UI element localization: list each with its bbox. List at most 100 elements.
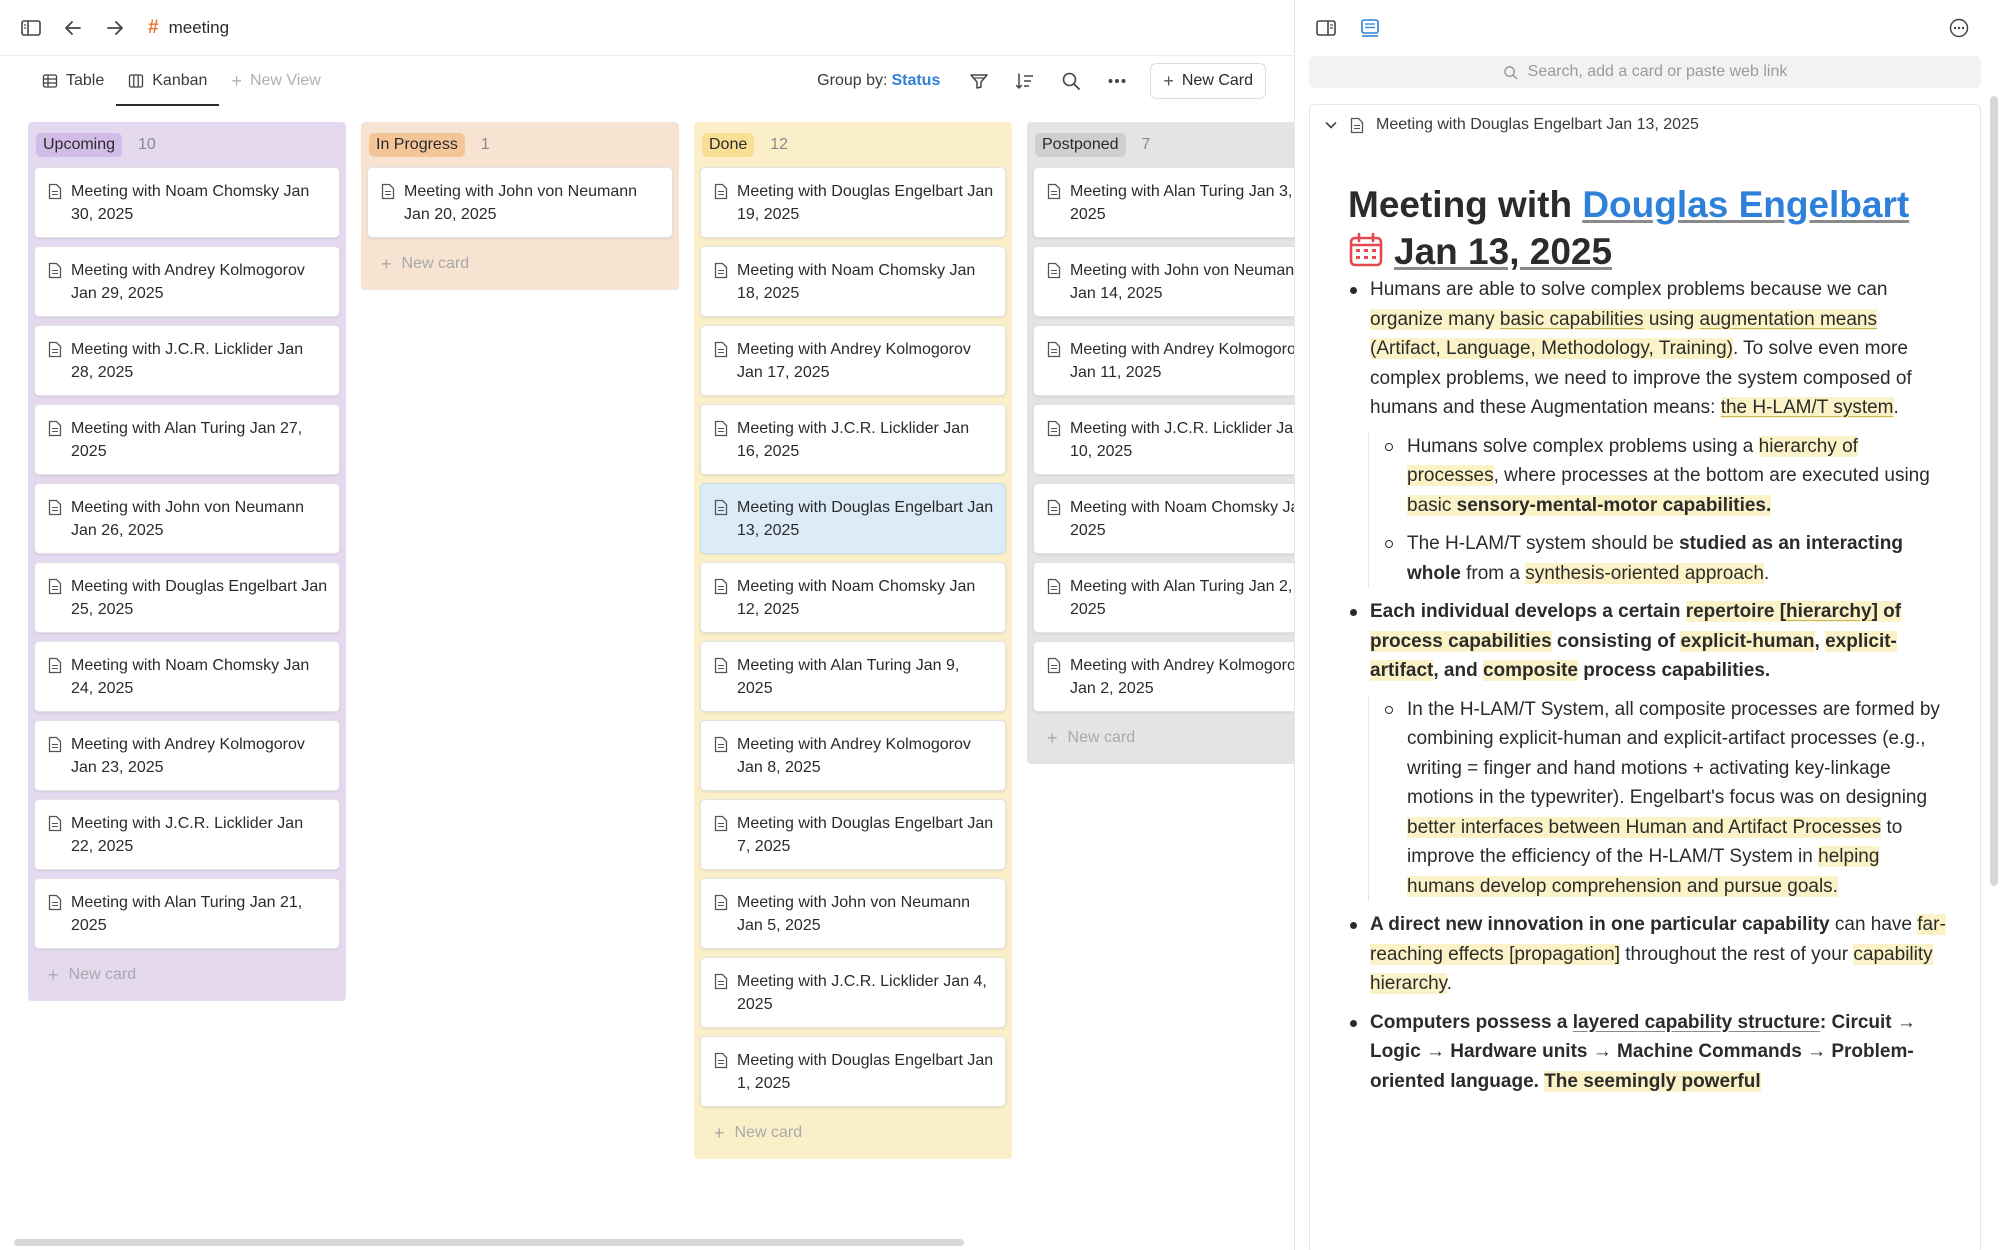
kanban-card[interactable]: Meeting with J.C.R. Licklider Jan 4, 202… [700, 957, 1006, 1028]
card-title: Meeting with Alan Turing Jan 9, 2025 [737, 657, 960, 697]
kanban-card[interactable]: Meeting with John von Neumann Jan 20, 20… [367, 167, 673, 238]
new-view-button[interactable]: + New View [219, 56, 332, 106]
view-tools: Group by: Status + New Card [817, 56, 1266, 106]
search-input[interactable]: Search, add a card or paste web link [1309, 56, 1981, 88]
kanban-card[interactable]: Meeting with J.C.R. Licklider Jan 16, 20… [700, 404, 1006, 475]
document-body[interactable]: Humans are able to solve complex problem… [1348, 275, 1948, 1105]
kanban-card[interactable]: Meeting with Noam Chomsky Jan 6, 2025 [1033, 483, 1294, 554]
kanban-card[interactable]: Meeting with J.C.R. Licklider Jan 22, 20… [34, 799, 340, 870]
title-date-link[interactable]: Jan 13, 2025 [1394, 231, 1612, 272]
table-icon [42, 74, 58, 88]
kanban-card[interactable]: Meeting with Douglas Engelbart Jan 13, 2… [700, 483, 1006, 554]
kanban-card[interactable]: Meeting with Andrey Kolmogorov Jan 29, 2… [34, 246, 340, 317]
sidebar-toggle-button[interactable] [14, 11, 48, 45]
document-icon [1047, 578, 1061, 595]
tab-table[interactable]: Table [30, 56, 116, 106]
split-view-button[interactable] [1309, 11, 1343, 45]
vertical-scrollbar[interactable] [1990, 96, 1998, 886]
kanban-card[interactable]: Meeting with J.C.R. Licklider Jan 28, 20… [34, 325, 340, 396]
column-header[interactable]: Done 12 [700, 130, 1006, 160]
kanban-card[interactable]: Meeting with Andrey Kolmogorov Jan 11, 2… [1033, 325, 1294, 396]
group-by-value: Status [891, 72, 941, 89]
add-card-button[interactable]: + New card [367, 246, 673, 282]
card-title: Meeting with Douglas Engelbart Jan 13, 2… [737, 499, 994, 539]
status-badge: In Progress [369, 133, 465, 157]
document-icon [48, 262, 62, 279]
sort-button[interactable] [1012, 68, 1038, 94]
bold-text: process capabilities. [1578, 660, 1771, 681]
kanban-card[interactable]: Meeting with Andrey Kolmogorov Jan 8, 20… [700, 720, 1006, 791]
kanban-card[interactable]: Meeting with Douglas Engelbart Jan 25, 2… [34, 562, 340, 633]
kanban-card[interactable]: Meeting with Alan Turing Jan 9, 2025 [700, 641, 1006, 712]
kanban-card[interactable]: Meeting with Andrey Kolmogorov Jan 23, 2… [34, 720, 340, 791]
kanban-card[interactable]: Meeting with Alan Turing Jan 27, 2025 [34, 404, 340, 475]
card-view-button[interactable] [1353, 11, 1387, 45]
bold-highlight-text: explicit-human [1680, 630, 1815, 652]
card-count: 1 [480, 136, 490, 153]
add-card-button[interactable]: + New card [34, 957, 340, 993]
kanban-card[interactable]: Meeting with Noam Chomsky Jan 30, 2025 [34, 167, 340, 238]
kanban-card[interactable]: Meeting with J.C.R. Licklider Jan 10, 20… [1033, 404, 1294, 475]
bold-text: consisting of [1551, 630, 1681, 652]
highlight-text: organize many [1370, 308, 1500, 330]
column-header[interactable]: Postponed 7 [1033, 130, 1294, 160]
more-options-button[interactable] [1104, 68, 1130, 94]
kanban-card[interactable]: Meeting with Noam Chomsky Jan 18, 2025 [700, 246, 1006, 317]
document-icon [1047, 657, 1061, 674]
card-title: Meeting with J.C.R. Licklider Jan 28, 20… [71, 341, 304, 381]
column-header[interactable]: Upcoming 10 [34, 130, 340, 160]
back-button[interactable] [56, 11, 90, 45]
card-title: Meeting with Noam Chomsky Jan 12, 2025 [737, 578, 976, 618]
kanban-card[interactable]: Meeting with Andrey Kolmogorov Jan 17, 2… [700, 325, 1006, 396]
group-by-selector[interactable]: Group by: Status [817, 72, 940, 90]
link-text[interactable]: layered capability structure [1573, 1012, 1820, 1033]
kanban-card[interactable]: Meeting with Alan Turing Jan 3, 2025 [1033, 167, 1294, 238]
kanban-card[interactable]: Meeting with John von Neumann Jan 5, 202… [700, 878, 1006, 949]
new-card-button[interactable]: + New Card [1150, 63, 1266, 99]
kanban-card[interactable]: Meeting with Douglas Engelbart Jan 7, 20… [700, 799, 1006, 870]
forward-button[interactable] [98, 11, 132, 45]
horizontal-scrollbar[interactable] [14, 1239, 964, 1246]
group-by-label: Group by: [817, 72, 888, 89]
card-title: Meeting with John von Neumann Jan 5, 202… [737, 894, 971, 934]
title-person-link[interactable]: Douglas Engelbart [1582, 184, 1909, 225]
document-icon [714, 183, 728, 200]
document-title[interactable]: Meeting with Douglas Engelbart Jan 13, 2… [1348, 181, 1968, 275]
add-card-label: New card [401, 255, 470, 272]
card-detail-pane: Search, add a card or paste web link Mee… [1294, 0, 2000, 1250]
new-view-label: New View [249, 72, 321, 89]
highlight-text: using [1643, 308, 1700, 330]
kanban-column-upcoming: Upcoming 10 Meeting with Noam Chomsky Jan … [28, 122, 346, 1001]
add-card-button[interactable]: + New card [700, 1115, 1006, 1151]
card-title: Meeting with Noam Chomsky Jan 18, 2025 [737, 262, 976, 302]
column-header[interactable]: In Progress 1 [367, 130, 673, 160]
calendar-icon [1349, 232, 1383, 267]
filter-button[interactable] [966, 68, 992, 94]
kanban-icon [129, 74, 144, 88]
link-text[interactable]: the H-LAM/T system [1720, 397, 1894, 418]
kanban-card[interactable]: Meeting with Noam Chomsky Jan 24, 2025 [34, 641, 340, 712]
plus-icon: + [231, 70, 242, 91]
kanban-card[interactable]: Meeting with Alan Turing Jan 2, 2025 [1033, 562, 1294, 633]
link-text[interactable]: basic capabilities [1499, 308, 1644, 330]
kanban-card[interactable]: Meeting with Douglas Engelbart Jan 1, 20… [700, 1036, 1006, 1107]
tab-kanban[interactable]: Kanban [116, 56, 220, 106]
link-text[interactable]: augmentation means [1699, 308, 1877, 330]
detail-more-button[interactable] [1942, 11, 1976, 45]
card-title: Meeting with John von Neumann Jan 20, 20… [404, 183, 638, 223]
document-header[interactable]: Meeting with Douglas Engelbart Jan 13, 2… [1310, 105, 1980, 145]
tag-hash-icon: # [148, 16, 159, 38]
kanban-card[interactable]: Meeting with Douglas Engelbart Jan 19, 2… [700, 167, 1006, 238]
kanban-card[interactable]: Meeting with John von Neumann Jan 14, 20… [1033, 246, 1294, 317]
page-title-text: meeting [168, 17, 230, 37]
kanban-card[interactable]: Meeting with Alan Turing Jan 21, 2025 [34, 878, 340, 949]
add-card-button[interactable]: + New card [1033, 720, 1294, 756]
search-button[interactable] [1058, 68, 1084, 94]
kanban-card[interactable]: Meeting with John von Neumann Jan 26, 20… [34, 483, 340, 554]
kanban-card[interactable]: Meeting with Andrey Kolmogorov Jan 2, 20… [1033, 641, 1294, 712]
chevron-down-icon[interactable] [1324, 118, 1338, 132]
bold-highlight-text: composite [1482, 660, 1579, 681]
kanban-card[interactable]: Meeting with Noam Chomsky Jan 12, 2025 [700, 562, 1006, 633]
link-text[interactable]: hierarchy [1786, 601, 1872, 622]
bold-text: A direct new innovation in one particula… [1370, 914, 1830, 935]
